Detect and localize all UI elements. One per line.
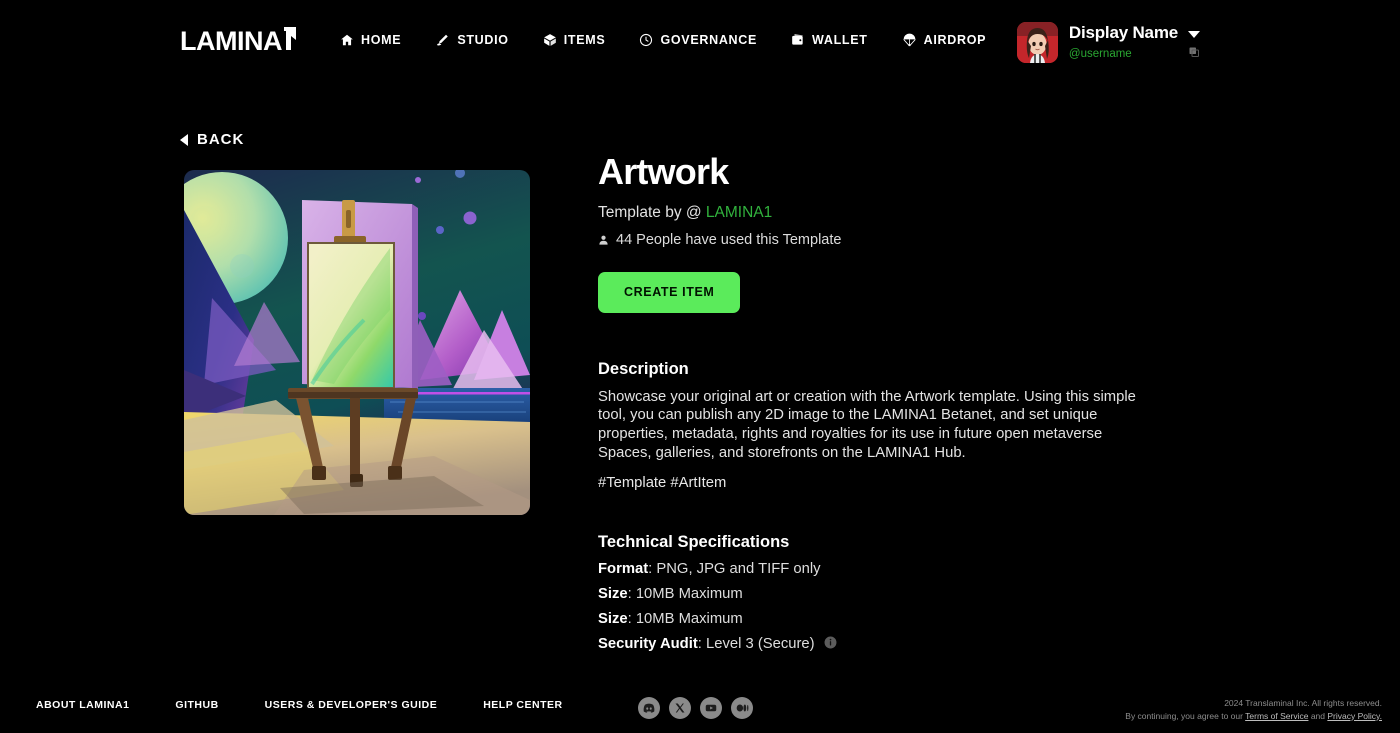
footer: ABOUT LAMINA1 GITHUB USERS & DEVELOPER'S… [0,685,1400,733]
spec-key: Size [598,585,628,602]
spec-row: Size : 10MB Maximum [598,611,1198,627]
page-title: Artwork [598,151,729,192]
main-nav: HOME STUDIO ITEMS GOVERNANCE WALLET AIRD… [340,33,1020,47]
avatar[interactable] [1016,22,1058,63]
nav-label: GOVERNANCE [660,33,758,47]
top-navigation-bar: LAMINA HOME STUDIO ITEMS GOVERNANCE WALL… [0,0,1400,80]
copyright-pre: By continuing, you agree to our [1125,710,1246,721]
footer-links: ABOUT LAMINA1 GITHUB USERS & DEVELOPER'S… [36,699,609,711]
privacy-policy-link[interactable]: Privacy Policy. [1327,711,1382,721]
template-author-prefix: Template by @ [598,203,706,221]
footer-link-github[interactable]: GITHUB [175,699,218,711]
footer-link-help-center[interactable]: HELP CENTER [483,699,562,711]
spec-value: : Level 3 (Secure) [697,636,815,653]
spec-row: Security Audit : Level 3 (Secure) [598,636,1198,653]
footer-link-users-guide[interactable]: USERS & DEVELOPER'S GUIDE [265,699,438,711]
social-links [638,697,753,719]
youtube-icon[interactable] [700,697,722,719]
nav-item-airdrop[interactable]: AIRDROP [902,33,987,47]
back-button[interactable]: BACK [180,131,244,148]
spec-value: : 10MB Maximum [627,585,743,602]
username: @username [1068,48,1132,60]
spec-row: Size : 10MB Maximum [598,586,1198,602]
copy-icon[interactable] [1188,45,1200,63]
artwork-preview-image[interactable] [184,170,530,515]
nav-label: HOME [361,33,402,47]
home-icon [340,33,354,47]
page-root: LAMINA HOME STUDIO ITEMS GOVERNANCE WALL… [0,0,1400,733]
back-label: BACK [197,131,245,148]
spec-value: : PNG, JPG and TIFF only [648,560,821,577]
nav-item-wallet[interactable]: WALLET [791,33,868,47]
create-item-button[interactable]: CREATE ITEM [598,271,741,313]
lamina1-logo[interactable]: LAMINA [180,26,297,57]
chevron-down-icon[interactable] [1188,30,1200,38]
user-profile-menu[interactable]: Display Name @username [1016,22,1200,63]
specs-heading: Technical Specifications [598,532,790,551]
nav-item-items[interactable]: ITEMS [543,33,606,47]
template-author-brand[interactable]: LAMINA1 [706,204,772,221]
logo-wordmark: LAMINA [180,26,282,56]
description-section: Description Showcase your original art o… [598,360,1198,491]
usage-count-label: 44 People have used this Template [616,231,842,248]
display-name: Display Name [1068,23,1178,42]
profile-name-row[interactable]: Display Name [1069,23,1200,43]
profile-text: Display Name @username [1069,22,1200,63]
discord-icon[interactable] [638,697,660,719]
copyright-notice: 2024 Translaminal Inc. All rights reserv… [1125,697,1382,723]
nav-label: ITEMS [563,33,606,47]
technical-specifications-section: Technical Specifications Format : PNG, J… [598,533,1198,653]
profile-username-row: @username [1069,45,1200,63]
medium-icon[interactable] [731,697,753,719]
spec-key: Format [598,560,649,577]
spec-key: Security Audit [598,636,698,653]
nav-item-studio[interactable]: STUDIO [435,33,508,47]
nav-label: AIRDROP [923,33,987,47]
wallet-icon [791,33,805,47]
usage-count: 44 People have used this Template [598,232,1198,248]
description-heading: Description [598,359,689,378]
footer-link-about[interactable]: ABOUT LAMINA1 [36,699,129,711]
info-icon[interactable] [824,636,837,653]
spec-row: Format : PNG, JPG and TIFF only [598,561,1198,577]
copyright-line-1: 2024 Translaminal Inc. All rights reserv… [1224,698,1382,708]
terms-of-service-link[interactable]: Terms of Service [1245,711,1308,721]
nav-item-governance[interactable]: GOVERNANCE [639,33,757,47]
spec-value: : 10MB Maximum [627,610,743,627]
cube-icon [543,33,557,47]
x-twitter-icon[interactable] [669,697,691,719]
template-detail-panel: Artwork Template by @ LAMINA1 44 People … [598,152,1198,653]
copyright-and: and [1308,710,1328,721]
template-author: Template by @ LAMINA1 [598,204,1198,222]
nav-label: WALLET [812,33,868,47]
person-icon [598,234,609,246]
studio-icon [435,33,450,47]
back-arrow-icon [180,133,188,146]
logo-one-flag-icon [283,26,297,50]
description-tags[interactable]: #Template #ArtItem [598,475,1198,491]
spec-key: Size [598,610,628,627]
parachute-icon [902,33,917,47]
description-body: Showcase your original art or creation w… [598,388,1136,461]
clock-icon [639,33,653,47]
copyright-line-2: By continuing, you agree to our Terms of… [1125,710,1382,723]
nav-label: STUDIO [457,33,509,47]
nav-item-home[interactable]: HOME [340,33,401,47]
